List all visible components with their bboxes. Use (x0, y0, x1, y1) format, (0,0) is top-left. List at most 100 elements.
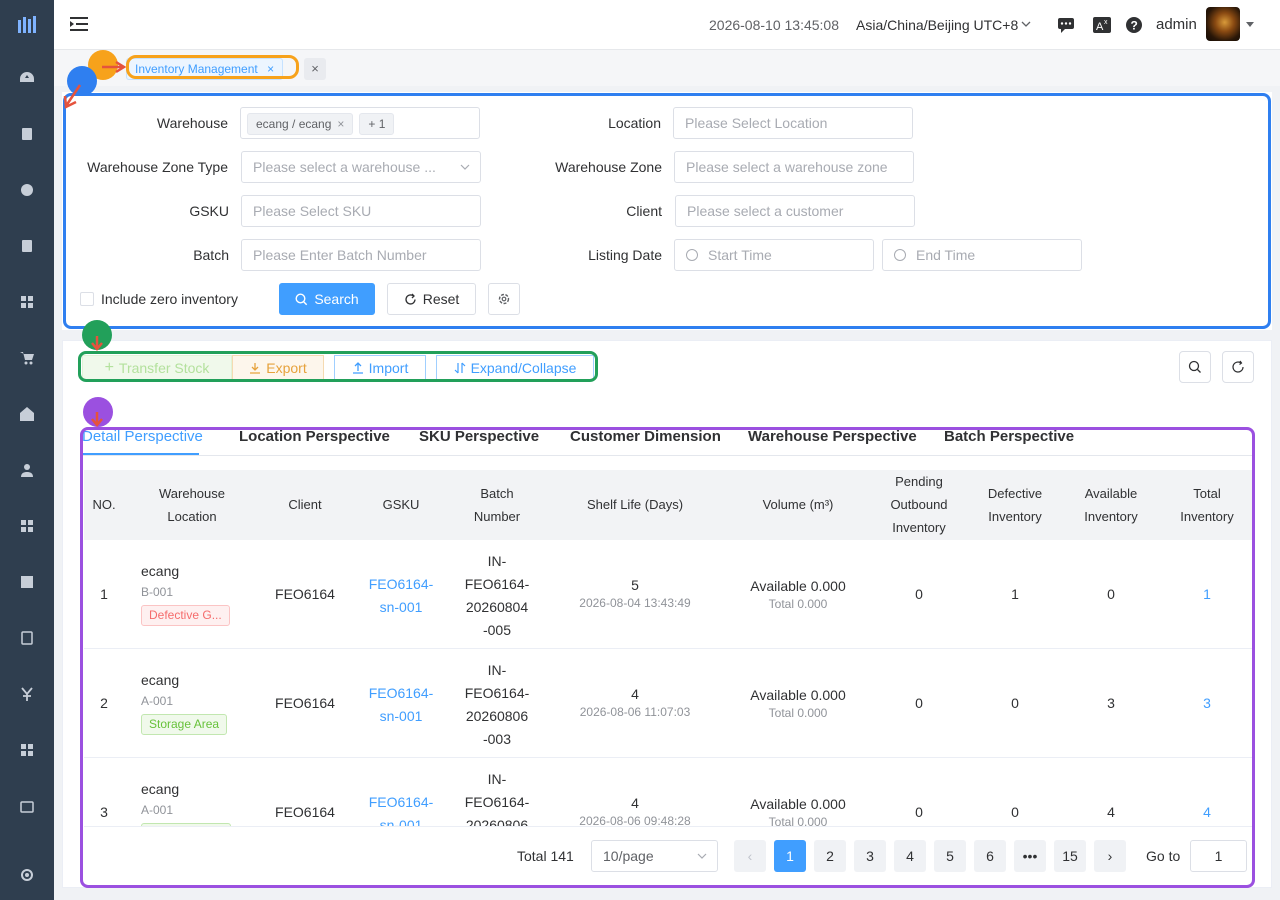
transfer-stock-button[interactable]: + Transfer Stock (82, 355, 232, 381)
page-size-value: 10/page (603, 848, 654, 864)
zero-inventory-label[interactable]: Include zero inventory (101, 291, 238, 307)
page-1-button[interactable]: 1 (774, 840, 806, 872)
th-pending: Pending Outbound Inventory (870, 470, 968, 539)
user-icon[interactable] (17, 460, 37, 480)
avatar[interactable] (1206, 7, 1240, 41)
clock-icon (894, 249, 906, 261)
location-select[interactable]: Please Select Location (673, 107, 913, 139)
gsku-select[interactable]: Please Select SKU (241, 195, 481, 227)
batch-line2: FEO6164- (464, 576, 530, 592)
table-icon[interactable] (17, 572, 37, 592)
page-3-button[interactable]: 3 (854, 840, 886, 872)
goto-page-input[interactable]: 1 (1190, 840, 1247, 872)
zone-select[interactable]: Please select a warehouse zone (674, 151, 914, 183)
close-all-tags-icon[interactable]: × (304, 58, 326, 80)
tab-warehouse-perspective[interactable]: Warehouse Perspective (748, 428, 917, 445)
batch-input[interactable]: Please Enter Batch Number (241, 239, 481, 271)
chip-close-icon[interactable]: × (337, 117, 344, 131)
more-pages-button[interactable]: ••• (1014, 840, 1046, 872)
expand-collapse-button[interactable]: Expand/Collapse (436, 355, 594, 381)
store-icon[interactable] (17, 796, 37, 816)
page-size-select[interactable]: 10/page (591, 840, 718, 872)
warehouse-more-chip: + 1 (359, 113, 395, 136)
th-available-line2: Inventory (1084, 509, 1138, 524)
tab-sku-perspective[interactable]: SKU Perspective (419, 428, 539, 445)
cell-shelf-date: 2026-08-06 11:07:03 (579, 705, 691, 719)
prev-page-button[interactable]: ‹ (734, 840, 766, 872)
cell-available: 0 (1107, 586, 1115, 602)
reset-button[interactable]: Reset (387, 283, 476, 315)
zero-inventory-checkbox[interactable] (80, 292, 94, 306)
active-tab-indicator (82, 453, 199, 455)
timezone-selector[interactable]: Asia/China/Beijing UTC+8 (856, 17, 1018, 33)
transfer-label: Transfer Stock (118, 360, 210, 376)
chevron-down-icon[interactable] (1020, 18, 1032, 30)
help-icon[interactable]: ? (1124, 15, 1144, 35)
start-time-input[interactable]: Start Time (674, 239, 874, 271)
username[interactable]: admin (1156, 16, 1197, 33)
tab-customer-dimension[interactable]: Customer Dimension (570, 428, 721, 445)
tab-inventory-management[interactable]: Inventory Management × (126, 58, 284, 80)
cell-client: FEO6164 (275, 804, 335, 820)
cell-gsku-link[interactable]: FEO6164- sn-001 (356, 791, 446, 826)
svg-text:x: x (1104, 19, 1108, 26)
home-icon[interactable] (17, 404, 37, 424)
message-icon[interactable] (1056, 15, 1076, 35)
settings-button[interactable] (488, 283, 520, 315)
cell-gsku-link[interactable]: FEO6164- sn-001 (356, 573, 446, 619)
yen-icon[interactable] (17, 684, 37, 704)
collapse-menu-icon[interactable] (70, 16, 88, 32)
tab-location-perspective[interactable]: Location Perspective (239, 428, 390, 445)
end-time-input[interactable]: End Time (882, 239, 1082, 271)
page-4-button[interactable]: 4 (894, 840, 926, 872)
area-tag: Defective G... (141, 605, 230, 626)
import-button[interactable]: Import (334, 355, 426, 381)
cell-vol-available: Available 0.000 (750, 796, 846, 812)
th-total: Total Inventory (1158, 482, 1256, 528)
dashboard-icon[interactable] (17, 68, 37, 88)
th-location-line2: Location (167, 509, 217, 524)
cell-vol-available: Available 0.000 (750, 687, 846, 703)
report-icon[interactable] (17, 628, 37, 648)
document-icon[interactable] (17, 124, 37, 144)
warehouse-select[interactable]: ecang / ecang × + 1 (240, 107, 480, 139)
cell-total-link[interactable]: 3 (1158, 695, 1256, 711)
translate-icon[interactable]: Ax (1092, 15, 1112, 35)
modules-icon[interactable] (17, 740, 37, 760)
page-15-button[interactable]: 15 (1054, 840, 1086, 872)
batch-line2: FEO6164- (464, 794, 530, 810)
table-search-button[interactable] (1179, 351, 1211, 383)
apps-icon[interactable] (17, 516, 37, 536)
cell-defective: 1 (1011, 586, 1019, 602)
caret-down-icon[interactable] (1246, 22, 1254, 27)
cell-gsku-link[interactable]: FEO6164- sn-001 (356, 682, 446, 728)
clock-icon (686, 249, 698, 261)
grid-icon[interactable] (17, 292, 37, 312)
th-total-line2: Inventory (1180, 509, 1234, 524)
page-6-button[interactable]: 6 (974, 840, 1006, 872)
cart-icon[interactable] (17, 348, 37, 368)
tab-batch-perspective[interactable]: Batch Perspective (944, 428, 1074, 445)
export-button[interactable]: Export (232, 355, 324, 381)
th-volume: Volume (m³) (762, 497, 834, 512)
globe-icon[interactable] (17, 180, 37, 200)
cell-total-link[interactable]: 4 (1158, 804, 1252, 820)
zone-type-select[interactable]: Please select a warehouse ... (241, 151, 481, 183)
cell-total-link[interactable]: 1 (1158, 586, 1256, 602)
app-logo-icon[interactable] (17, 14, 39, 36)
table-row[interactable]: 3 ecang A-001 FEO6164 FEO6164- sn-001 IN-… (84, 758, 1252, 826)
tab-detail-perspective[interactable]: Detail Perspective (82, 428, 203, 445)
area-tag-label: Storage Area (141, 714, 228, 735)
page-5-button[interactable]: 5 (934, 840, 966, 872)
cell-available: 4 (1107, 804, 1115, 820)
list-icon[interactable] (17, 236, 37, 256)
client-select[interactable]: Please select a customer (675, 195, 915, 227)
next-page-button[interactable]: › (1094, 840, 1126, 872)
page-2-button[interactable]: 2 (814, 840, 846, 872)
cell-warehouse: ecang (141, 563, 180, 579)
tag-close-icon[interactable]: × (267, 62, 274, 76)
table-refresh-button[interactable] (1222, 351, 1254, 383)
settings-gear-icon[interactable] (17, 865, 37, 885)
cell-warehouse: ecang (141, 781, 180, 797)
search-button[interactable]: Search (279, 283, 375, 315)
